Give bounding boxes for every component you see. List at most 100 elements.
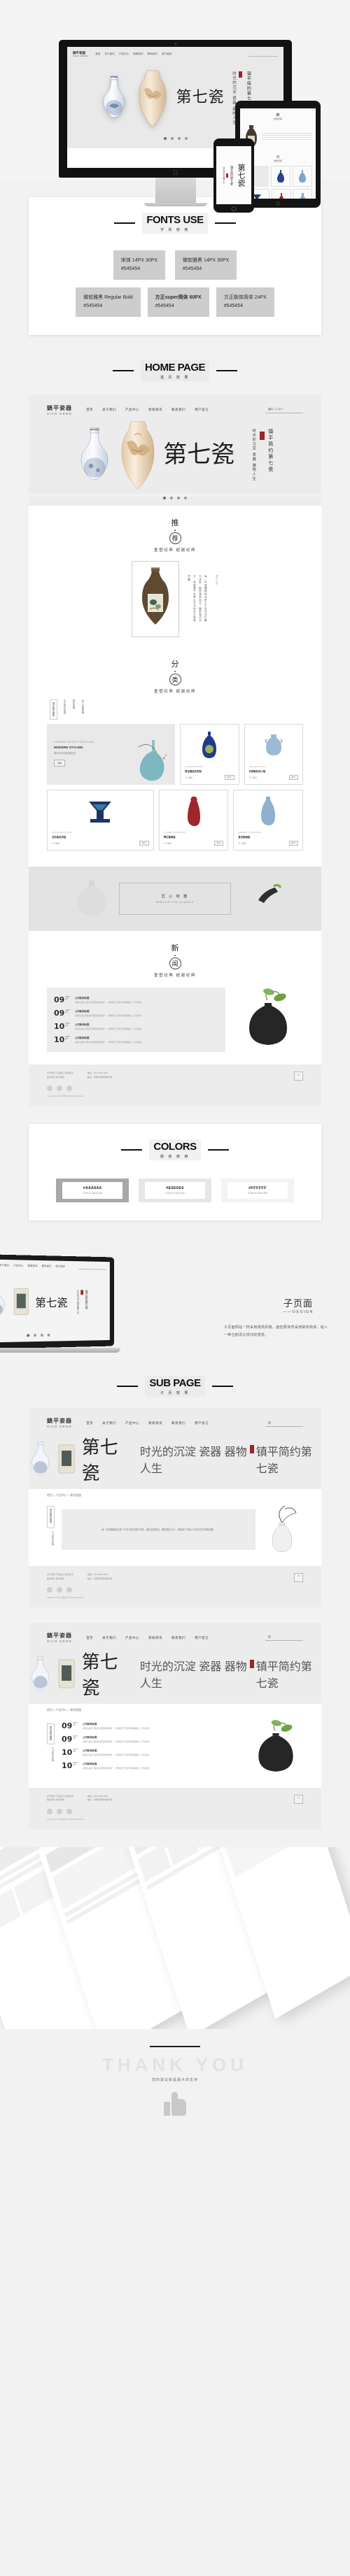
buy-button-3[interactable]: BUY [214, 840, 224, 846]
subpage-b-nav-5[interactable]: 用户留言 [195, 1636, 209, 1640]
site-search-input[interactable]: 请输入关键词 [265, 407, 303, 413]
subpage-a-nav-4[interactable]: 联系我们 [172, 1421, 186, 1425]
footer-links[interactable]: 关于我们 产品中心 新闻资讯 联系我们 用户留言 [47, 1072, 74, 1079]
laptop-dot-2[interactable] [40, 1334, 43, 1337]
subpage-b-nav-2[interactable]: 产品中心 [125, 1636, 139, 1640]
subpage-b-nav-3[interactable]: 新闻资讯 [148, 1636, 162, 1640]
laptop-nav-2[interactable]: 产品中心 [13, 1265, 23, 1268]
carousel-dot-0[interactable] [163, 137, 167, 141]
subpage-a-nav-5[interactable]: 用户留言 [195, 1421, 209, 1425]
subpage-b-tag-0[interactable]: 青花瓷古典瓷 [47, 1723, 55, 1744]
subpage-b-top-button[interactable]: ^ [294, 1794, 303, 1804]
subpage-b-nav-0[interactable]: 首页 [86, 1636, 93, 1640]
product-card-1[interactable]: TIAN QING YOU XI 天青釉双耳小瓶 ￥ 1280 BUY [244, 723, 303, 785]
weibo-icon[interactable] [47, 1586, 52, 1593]
product-feature-card[interactable]: CHINESE RETRO PORCELAIN MODERN STYLING 现… [47, 723, 175, 785]
feature-button[interactable]: 查看 [54, 760, 66, 767]
search-icon[interactable] [268, 1421, 271, 1424]
subpage-b-nav-1[interactable]: 关于我们 [102, 1636, 116, 1640]
subpage-a-top-button[interactable]: ^ [294, 1572, 303, 1582]
iphone-home-button[interactable] [231, 206, 237, 211]
subpage-b-news-1[interactable]: 09 2017 18 公司新闻标题 瓷器之美在于釉色与器型的和谐统一，传统技艺与… [62, 1732, 241, 1746]
laptop-dot-1[interactable] [34, 1334, 37, 1337]
subpage-a-breadcrumb[interactable]: 首页 > 产品中心 > 青花瓷器 [29, 1488, 321, 1502]
site-nav-item-0[interactable]: 首页 [86, 408, 93, 412]
laptop-nav-1[interactable]: 关于我们 [0, 1264, 9, 1267]
category-tag-2[interactable]: 釉彩瓷器 [72, 699, 76, 719]
category-tag-1[interactable]: 中式现代瓷器 [63, 699, 66, 719]
news-item-2[interactable]: 10 2017 10 公司新闻标题 瓷器之美在于釉色与器型的和谐统一，传统技艺与… [54, 1020, 218, 1033]
product-card-3[interactable]: JI HONG YOU MEI PING 霁红釉梅瓶 ￥ 1980 BUY [158, 789, 229, 851]
site-brand-logo[interactable]: 鎮平瓷器 XIAO GENG [47, 405, 72, 416]
news-item-0[interactable]: 09 2017 15 公司新闻标题 瓷器之美在于釉色与器型的和谐统一，传统技艺与… [54, 993, 218, 1006]
buy-button-2[interactable]: BUY [139, 840, 149, 846]
site-nav-item-2[interactable]: 产品中心 [125, 408, 139, 412]
search-icon[interactable] [268, 407, 271, 411]
subpage-b-news-0[interactable]: 09 2017 15 公司新闻标题 瓷器之美在于釉色与器型的和谐统一，传统技艺与… [62, 1719, 241, 1732]
subpage-b-nav-4[interactable]: 联系我们 [172, 1636, 186, 1640]
category-tag-3[interactable]: 私人定制瓷器 [81, 699, 85, 719]
qq-icon[interactable] [66, 1586, 72, 1593]
buy-button-1[interactable]: BUY [288, 774, 298, 780]
subpage-b-search[interactable] [265, 1635, 303, 1642]
site-nav-item-4[interactable]: 联系我们 [172, 408, 186, 412]
laptop-nav-5[interactable]: 用户留言 [55, 1265, 65, 1269]
wechat-icon[interactable] [57, 1586, 62, 1593]
site-nav-item-1[interactable]: 关于我们 [102, 408, 116, 412]
subpage-b-footer-links[interactable]: 关于我们 产品中心 新闻资讯 联系我们 用户留言 [47, 1795, 74, 1802]
product-card-0[interactable]: LAN DIAN BAO HUA 青花缠枝纹赏瓶 ￥ 1680 BUY [180, 723, 239, 785]
site-carousel-dot-3[interactable] [184, 497, 187, 500]
subpage-b-tag-1[interactable]: 中式现代瓷器 [47, 1747, 55, 1768]
site-nav-item-5[interactable]: 用户留言 [195, 408, 209, 412]
weibo-icon[interactable] [47, 1808, 52, 1814]
carousel-dot-2[interactable] [177, 137, 181, 141]
site-carousel-dot-2[interactable] [177, 497, 180, 500]
subpage-a-tag-0[interactable]: 青花瓷古典瓷 [47, 1505, 55, 1528]
subpage-a-nav-0[interactable]: 首页 [86, 1421, 93, 1425]
wechat-icon[interactable] [57, 1086, 62, 1092]
carousel-dot-3[interactable] [184, 137, 188, 141]
subpage-a-nav-2[interactable]: 产品中心 [125, 1421, 139, 1425]
laptop-dot-3[interactable] [47, 1334, 50, 1337]
nav-item-1[interactable]: 关于我们 [104, 52, 114, 56]
laptop-nav-3[interactable]: 新闻资讯 [27, 1265, 37, 1268]
product-card-4[interactable]: QING BAI YOU MEI PING 青白釉梅瓶 ￥ 1580 BUY [233, 789, 304, 851]
subpage-a-brand[interactable]: 鎮平瓷器 XIAO GENG [47, 1418, 72, 1429]
laptop-nav-4[interactable]: 联系我们 [41, 1265, 51, 1269]
nav-item-3[interactable]: 新闻资讯 [133, 52, 143, 56]
qq-icon[interactable] [66, 1086, 72, 1092]
ipad-home-button[interactable] [276, 201, 280, 206]
subpage-b-news-3[interactable]: 10 2017 18 公司新闻标题 瓷器之美在于釉色与器型的和谐统一，传统技艺与… [62, 1759, 241, 1772]
news-item-1[interactable]: 09 2017 18 公司新闻标题 瓷器之美在于釉色与器型的和谐统一，传统技艺与… [54, 1006, 218, 1020]
subpage-b-news-2[interactable]: 10 2017 10 公司新闻标题 瓷器之美在于釉色与器型的和谐统一，传统技艺与… [62, 1746, 241, 1759]
subpage-b-breadcrumb[interactable]: 首页 > 产品中心 > 青花瓷器 [29, 1703, 321, 1716]
subpage-a-nav-3[interactable]: 新闻资讯 [148, 1421, 162, 1425]
laptop-carousel-dots[interactable] [0, 1333, 110, 1339]
subpage-a-footer-links[interactable]: 关于我们 产品中心 新闻资讯 联系我们 用户留言 [47, 1573, 74, 1581]
nav-item-2[interactable]: 产品中心 [119, 52, 129, 56]
search-icon[interactable] [268, 1635, 271, 1639]
wechat-icon[interactable] [57, 1808, 62, 1814]
nav-item-0[interactable]: 首页 [95, 52, 100, 56]
subpage-b-brand[interactable]: 鎮平瓷器 XIAO GENG [47, 1632, 72, 1644]
laptop-search-input[interactable] [78, 1265, 106, 1271]
site-nav-item-3[interactable]: 新闻资讯 [148, 408, 162, 412]
back-to-top-button[interactable]: ^ [294, 1072, 303, 1081]
subpage-a-tag-1[interactable]: 中式现代瓷器 [47, 1531, 55, 1553]
buy-button-4[interactable]: BUY [288, 840, 299, 846]
product-card-2[interactable]: WU CAI GAO ZU PAN 五彩高足供盘 ￥ 2380 BUY [47, 789, 154, 851]
brand-logo[interactable]: 鎮平瓷器 XIAO GENG [73, 51, 88, 57]
laptop-dot-0[interactable] [27, 1334, 30, 1338]
carousel-dot-1[interactable] [170, 137, 174, 141]
news-item-3[interactable]: 10 2017 18 公司新闻标题 瓷器之美在于釉色与器型的和谐统一，传统技艺与… [54, 1033, 218, 1046]
nav-item-4[interactable]: 联系我们 [148, 52, 158, 56]
search-input[interactable] [248, 52, 278, 57]
buy-button-0[interactable]: BUY [225, 774, 234, 780]
site-carousel-dot-0[interactable] [163, 497, 166, 500]
site-carousel-dots[interactable] [29, 497, 321, 500]
subpage-a-nav-1[interactable]: 关于我们 [102, 1421, 116, 1425]
weibo-icon[interactable] [47, 1086, 52, 1092]
subpage-a-search[interactable] [265, 1421, 303, 1427]
qq-icon[interactable] [66, 1808, 72, 1814]
site-carousel-dot-1[interactable] [170, 497, 173, 500]
